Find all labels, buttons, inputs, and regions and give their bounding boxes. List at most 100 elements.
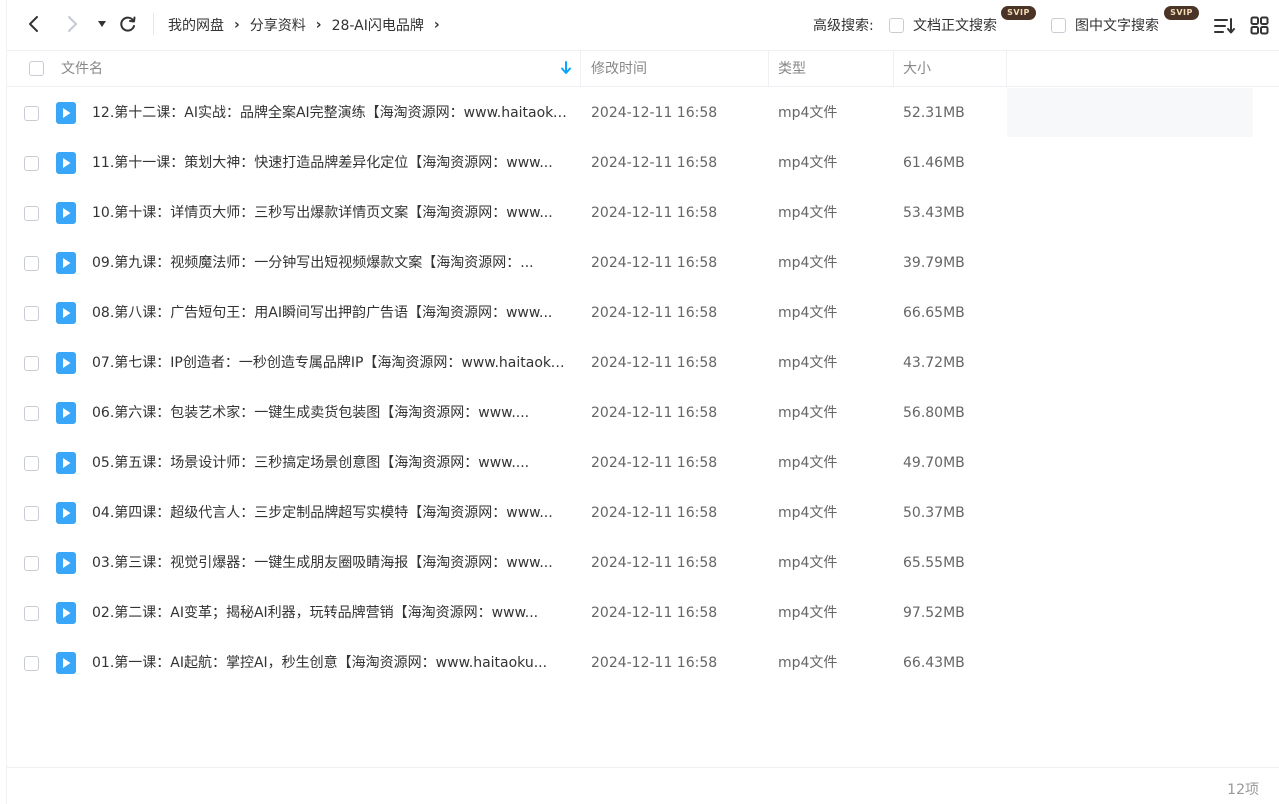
file-row[interactable]: 08.第八课：广告短句王：用AI瞬间写出押韵广告语【海淘资源网：www... 20… <box>7 288 1007 338</box>
video-file-icon <box>56 652 76 674</box>
file-name[interactable]: 04.第四课：超级代言人：三步定制品牌超写实模特【海淘资源网：www... <box>92 488 572 538</box>
status-bar: 12项 <box>7 767 1279 804</box>
file-size: 66.65MB <box>903 305 965 321</box>
file-size: 65.55MB <box>903 555 965 571</box>
grid-view-icon[interactable] <box>1250 16 1272 36</box>
file-row[interactable]: 10.第十课：详情页大师：三秒写出爆款详情页文案【海淘资源网：www... 202… <box>7 188 1007 238</box>
file-row[interactable]: 01.第一课：AI起航：掌控AI，秒生创意【海淘资源网：www.haitaoku… <box>7 638 1007 688</box>
row-checkbox[interactable] <box>24 256 39 271</box>
chevron-right-icon: › <box>315 17 322 33</box>
sort-list-icon[interactable] <box>1214 16 1236 36</box>
row-hover-highlight <box>1007 88 1253 137</box>
file-name[interactable]: 12.第十二课：AI实战：品牌全案AI完整演练【海淘资源网：www.haitao… <box>92 88 572 138</box>
file-time: 2024-12-11 16:58 <box>591 505 718 521</box>
item-count: 12项 <box>1227 782 1259 798</box>
svip-badge: SVIP <box>1001 6 1036 20</box>
row-checkbox[interactable] <box>24 606 39 621</box>
row-checkbox[interactable] <box>24 506 39 521</box>
column-divider[interactable] <box>1006 51 1007 87</box>
file-row[interactable]: 04.第四课：超级代言人：三步定制品牌超写实模特【海淘资源网：www... 202… <box>7 488 1007 538</box>
file-size: 39.79MB <box>903 255 965 271</box>
file-row[interactable]: 09.第九课：视频魔法师：一分钟写出短视频爆款文案【海淘资源网：... 2024-… <box>7 238 1007 288</box>
image-search-option[interactable]: 图中文字搜索 <box>1051 14 1159 36</box>
video-file-icon <box>56 352 76 374</box>
doc-search-label: 文档正文搜索 <box>913 18 997 34</box>
column-header-name[interactable]: 文件名 <box>61 51 103 87</box>
file-name[interactable]: 10.第十课：详情页大师：三秒写出爆款详情页文案【海淘资源网：www... <box>92 188 572 238</box>
history-dropdown-icon[interactable] <box>90 12 114 36</box>
breadcrumb-item[interactable]: 分享资料 <box>250 15 306 35</box>
chevron-right-icon[interactable]: › <box>434 17 440 33</box>
file-row[interactable]: 06.第六课：包装艺术家：一键生成卖货包装图【海淘资源网：www.... 2024… <box>7 388 1007 438</box>
video-file-icon <box>56 302 76 324</box>
doc-search-checkbox[interactable] <box>889 17 904 33</box>
file-row[interactable]: 11.第十一课：策划大神：快速打造品牌差异化定位【海淘资源网：www... 202… <box>7 138 1007 188</box>
file-name[interactable]: 11.第十一课：策划大神：快速打造品牌差异化定位【海淘资源网：www... <box>92 138 572 188</box>
file-row[interactable]: 03.第三课：视觉引爆器：一键生成朋友圈吸睛海报【海淘资源网：www... 202… <box>7 538 1007 588</box>
file-time: 2024-12-11 16:58 <box>591 305 718 321</box>
file-name[interactable]: 08.第八课：广告短句王：用AI瞬间写出押韵广告语【海淘资源网：www... <box>92 288 572 338</box>
video-file-icon <box>56 402 76 424</box>
file-type: mp4文件 <box>778 205 838 221</box>
file-name[interactable]: 09.第九课：视频魔法师：一分钟写出短视频爆款文案【海淘资源网：... <box>92 238 572 288</box>
column-divider[interactable] <box>768 51 769 87</box>
file-name[interactable]: 06.第六课：包装艺术家：一键生成卖货包装图【海淘资源网：www.... <box>92 388 572 438</box>
file-type: mp4文件 <box>778 155 838 171</box>
file-type: mp4文件 <box>778 405 838 421</box>
image-search-checkbox[interactable] <box>1051 17 1066 33</box>
file-time: 2024-12-11 16:58 <box>591 555 718 571</box>
file-size: 53.43MB <box>903 205 965 221</box>
file-name[interactable]: 01.第一课：AI起航：掌控AI，秒生创意【海淘资源网：www.haitaoku… <box>92 638 572 688</box>
table-header: 文件名 修改时间 类型 大小 <box>7 50 1279 87</box>
row-checkbox[interactable] <box>24 306 39 321</box>
select-all-checkbox[interactable] <box>29 61 44 76</box>
file-time: 2024-12-11 16:58 <box>591 205 718 221</box>
video-file-icon <box>56 452 76 474</box>
forward-icon[interactable] <box>60 12 84 36</box>
video-file-icon <box>56 252 76 274</box>
breadcrumb-item[interactable]: 28-AI闪电品牌 <box>332 15 424 35</box>
file-type: mp4文件 <box>778 305 838 321</box>
file-row[interactable]: 05.第五课：场景设计师：三秒搞定场景创意图【海淘资源网：www.... 2024… <box>7 438 1007 488</box>
file-size: 66.43MB <box>903 655 965 671</box>
refresh-icon[interactable] <box>116 12 140 36</box>
file-size: 97.52MB <box>903 605 965 621</box>
video-file-icon <box>56 152 76 174</box>
row-checkbox[interactable] <box>24 106 39 121</box>
file-type: mp4文件 <box>778 555 838 571</box>
file-row[interactable]: 02.第二课：AI变革；揭秘AI利器，玩转品牌营销【海淘资源网：www... 20… <box>7 588 1007 638</box>
file-type: mp4文件 <box>778 355 838 371</box>
breadcrumb-item[interactable]: 我的网盘 <box>168 15 224 35</box>
column-header-size[interactable]: 大小 <box>903 51 931 87</box>
column-divider[interactable] <box>580 51 581 87</box>
row-checkbox[interactable] <box>24 356 39 371</box>
svip-badge: SVIP <box>1164 6 1199 20</box>
sort-desc-icon[interactable] <box>560 61 572 79</box>
row-checkbox[interactable] <box>24 556 39 571</box>
row-checkbox[interactable] <box>24 456 39 471</box>
video-file-icon <box>56 502 76 524</box>
file-type: mp4文件 <box>778 655 838 671</box>
file-row[interactable]: 12.第十二课：AI实战：品牌全案AI完整演练【海淘资源网：www.haitao… <box>7 88 1007 138</box>
file-type: mp4文件 <box>778 105 838 121</box>
file-row[interactable]: 07.第七课：IP创造者：一秒创造专属品牌IP【海淘资源网：www.haitao… <box>7 338 1007 388</box>
row-checkbox[interactable] <box>24 656 39 671</box>
back-icon[interactable] <box>22 12 46 36</box>
row-checkbox[interactable] <box>24 206 39 221</box>
video-file-icon <box>56 102 76 124</box>
file-time: 2024-12-11 16:58 <box>591 455 718 471</box>
column-header-time[interactable]: 修改时间 <box>591 51 647 87</box>
column-header-type[interactable]: 类型 <box>778 51 806 87</box>
row-checkbox[interactable] <box>24 406 39 421</box>
doc-search-option[interactable]: 文档正文搜索 <box>889 14 997 36</box>
file-size: 56.80MB <box>903 405 965 421</box>
column-divider[interactable] <box>893 51 894 87</box>
file-name[interactable]: 05.第五课：场景设计师：三秒搞定场景创意图【海淘资源网：www.... <box>92 438 572 488</box>
file-time: 2024-12-11 16:58 <box>591 655 718 671</box>
video-file-icon <box>56 602 76 624</box>
file-name[interactable]: 07.第七课：IP创造者：一秒创造专属品牌IP【海淘资源网：www.haitao… <box>92 338 572 388</box>
row-checkbox[interactable] <box>24 156 39 171</box>
file-name[interactable]: 02.第二课：AI变革；揭秘AI利器，玩转品牌营销【海淘资源网：www... <box>92 588 572 638</box>
file-type: mp4文件 <box>778 455 838 471</box>
file-name[interactable]: 03.第三课：视觉引爆器：一键生成朋友圈吸睛海报【海淘资源网：www... <box>92 538 572 588</box>
